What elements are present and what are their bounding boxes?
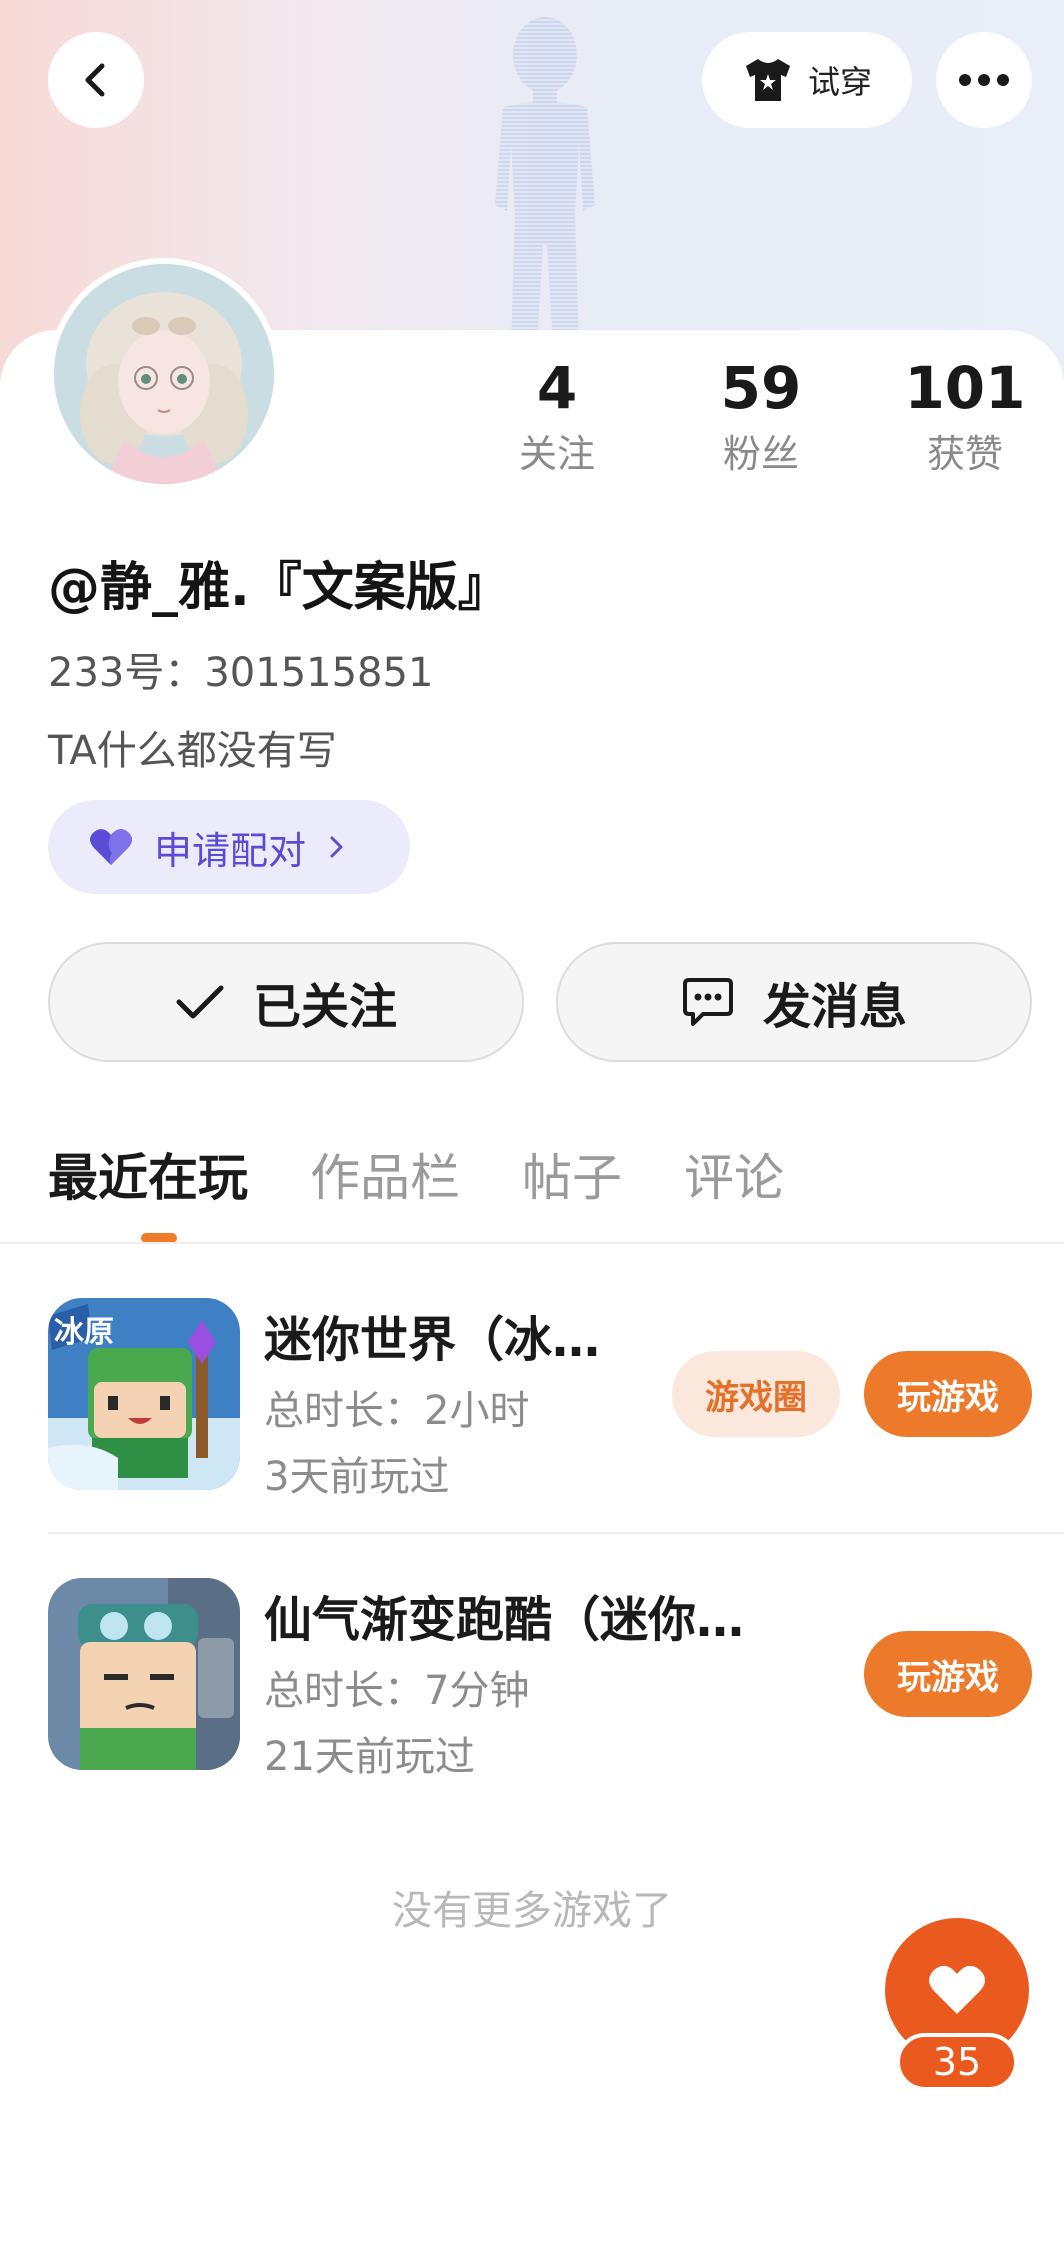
check-icon [176,985,224,1019]
list-divider [48,1532,1064,1534]
tabs-divider [0,1242,1064,1244]
game-last-played: 21天前玩过 [264,1734,475,1780]
try-on-button[interactable]: 试穿 [702,32,912,128]
game-title: 迷你世界（冰… [264,1312,601,1368]
tab-comments[interactable]: 评论 [684,1138,784,1218]
following-label: 关注 [518,432,595,476]
user-id: 233号：301515851 [48,650,434,696]
avatar-illustration [54,264,274,484]
send-message-label: 发消息 [762,979,907,1035]
game-list-item[interactable]: 仙气渐变跑酷（迷你… 总时长：7分钟 21天前玩过 玩游戏 [48,1578,1032,1780]
no-more-games-text: 没有更多游戏了 [392,1888,672,1934]
play-game-button[interactable]: 玩游戏 [864,1351,1032,1437]
likes-count: 101 [904,354,1026,422]
followed-label: 已关注 [252,979,397,1035]
tshirt-icon [745,59,790,101]
following-count: 4 [536,354,578,422]
likes-label: 获赞 [926,432,1003,476]
tab-works[interactable]: 作品栏 [310,1138,460,1218]
request-pair-label: 申请配对 [154,828,307,873]
game-title: 仙气渐变跑酷（迷你… [264,1592,745,1648]
game-icon[interactable]: 冰原 [48,1298,240,1490]
send-message-button[interactable]: 发消息 [556,942,1032,1062]
heart-pair-icon [90,829,132,865]
tab-posts[interactable]: 帖子 [522,1138,622,1218]
back-button[interactable] [48,32,144,128]
play-game-button[interactable]: 玩游戏 [864,1631,1032,1717]
parkour-game-icon [48,1578,240,1770]
icon-badge-text: 冰原 [54,1315,114,1350]
avatar-figure-hologram [495,17,595,345]
game-last-played: 3天前玩过 [264,1454,450,1500]
chevron-left-icon [85,63,105,97]
chat-bubble-icon [682,978,733,1026]
more-button[interactable] [936,32,1032,128]
chevron-right-icon [330,836,343,858]
avatar[interactable] [48,258,280,490]
heart-icon [929,1965,985,2014]
game-total-duration: 总时长：2小时 [264,1388,530,1434]
tab-recently-played[interactable]: 最近在玩 [48,1138,248,1218]
game-icon[interactable] [48,1578,240,1770]
mini-world-ice-game-icon: 冰原 [48,1298,240,1490]
more-dots-icon [959,74,1009,86]
profile-tabs: 最近在玩 作品栏 帖子 评论 [48,1138,784,1218]
game-list-item[interactable]: 冰原 迷你世界（冰… 总时长：2小时 3天前玩过 游戏圈 玩游戏 [48,1298,1032,1500]
like-count-badge: 35 [896,2033,1018,2091]
game-circle-button[interactable]: 游戏圈 [672,1351,840,1437]
user-bio: TA什么都没有写 [48,728,337,774]
stat-following[interactable]: 4 关注 [487,350,627,482]
try-on-label: 试穿 [807,63,872,101]
stat-followers[interactable]: 59 粉丝 [691,350,831,482]
stat-likes[interactable]: 101 获赞 [895,350,1035,482]
game-total-duration: 总时长：7分钟 [264,1668,530,1714]
followers-label: 粉丝 [722,432,799,476]
followers-count: 59 [720,354,802,422]
username: @静_雅.『文案版』 [48,558,510,618]
followed-button[interactable]: 已关注 [48,942,524,1062]
request-pair-button[interactable]: 申请配对 [48,800,410,894]
